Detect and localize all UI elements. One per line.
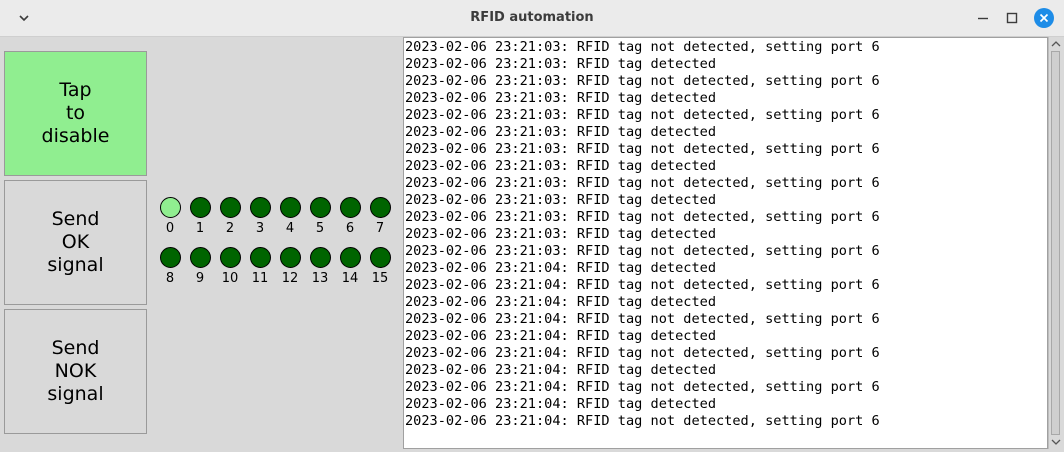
port-label-3: 3 (255, 221, 265, 236)
log-line: 2023-02-06 23:21:03: RFID tag not detect… (405, 141, 880, 157)
title-bar[interactable]: RFID automation (0, 0, 1064, 37)
log-line: 2023-02-06 23:21:03: RFID tag not detect… (405, 209, 880, 225)
port-led-9 (190, 247, 211, 268)
port-led-8 (160, 247, 181, 268)
log-line: 2023-02-06 23:21:03: RFID tag detected (405, 124, 716, 140)
arrow-up-icon[interactable] (1051, 39, 1061, 49)
log-line: 2023-02-06 23:21:04: RFID tag detected (405, 396, 716, 412)
send-nok-button[interactable]: Send NOK signal (4, 309, 147, 434)
port-led-2 (220, 197, 241, 218)
close-button[interactable] (1034, 8, 1054, 28)
log-line: 2023-02-06 23:21:04: RFID tag not detect… (405, 345, 880, 361)
log-line: 2023-02-06 23:21:03: RFID tag detected (405, 56, 716, 72)
port-led-15 (370, 247, 391, 268)
arrow-down-icon[interactable] (1051, 437, 1061, 447)
log-line: 2023-02-06 23:21:04: RFID tag not detect… (405, 277, 880, 293)
port-led-7 (370, 197, 391, 218)
port-led-6 (340, 197, 361, 218)
app-window: RFID automation Tap to disable Send OK s… (0, 0, 1064, 452)
log-scrollbar[interactable] (1048, 37, 1062, 449)
port-led-11 (250, 247, 271, 268)
port-led-10 (220, 247, 241, 268)
port-label-2: 2 (225, 221, 235, 236)
close-icon (1039, 13, 1049, 23)
port-label-9: 9 (195, 271, 205, 286)
log-line: 2023-02-06 23:21:03: RFID tag detected (405, 90, 716, 106)
port-label-13: 13 (311, 271, 329, 286)
log-line: 2023-02-06 23:21:03: RFID tag not detect… (405, 107, 880, 123)
log-line: 2023-02-06 23:21:04: RFID tag not detect… (405, 379, 880, 395)
port-led-12 (280, 247, 301, 268)
log-line: 2023-02-06 23:21:03: RFID tag detected (405, 158, 716, 174)
log-line: 2023-02-06 23:21:03: RFID tag not detect… (405, 73, 880, 89)
port-label-5: 5 (315, 221, 325, 236)
log-line: 2023-02-06 23:21:03: RFID tag not detect… (405, 39, 880, 55)
event-log[interactable]: 2023-02-06 23:21:03: RFID tag not detect… (403, 37, 1048, 449)
port-led-1 (190, 197, 211, 218)
port-label-11: 11 (251, 271, 269, 286)
port-label-14: 14 (341, 271, 359, 286)
log-line: 2023-02-06 23:21:04: RFID tag detected (405, 328, 716, 344)
log-line: 2023-02-06 23:21:04: RFID tag not detect… (405, 311, 880, 327)
port-led-3 (250, 197, 271, 218)
port-led-5 (310, 197, 331, 218)
log-line: 2023-02-06 23:21:03: RFID tag detected (405, 192, 716, 208)
port-label-8: 8 (165, 271, 175, 286)
send-ok-button[interactable]: Send OK signal (4, 180, 147, 305)
log-line: 2023-02-06 23:21:03: RFID tag not detect… (405, 175, 880, 191)
toggle-disable-button[interactable]: Tap to disable (4, 51, 147, 176)
port-label-12: 12 (281, 271, 299, 286)
port-led-14 (340, 247, 361, 268)
log-line: 2023-02-06 23:21:04: RFID tag detected (405, 260, 716, 276)
scroll-thumb[interactable] (1051, 51, 1060, 435)
log-line: 2023-02-06 23:21:03: RFID tag detected (405, 226, 716, 242)
log-line: 2023-02-06 23:21:04: RFID tag detected (405, 294, 716, 310)
window-title: RFID automation (470, 10, 594, 25)
port-led-4 (280, 197, 301, 218)
port-label-7: 7 (375, 221, 385, 236)
port-label-6: 6 (345, 221, 355, 236)
log-line: 2023-02-06 23:21:04: RFID tag detected (405, 362, 716, 378)
maximize-icon[interactable] (1003, 9, 1021, 27)
log-line: 2023-02-06 23:21:03: RFID tag not detect… (405, 243, 880, 259)
port-label-4: 4 (285, 221, 295, 236)
port-led-0 (160, 197, 181, 218)
port-label-0: 0 (165, 221, 175, 236)
port-label-10: 10 (221, 271, 239, 286)
port-led-13 (310, 247, 331, 268)
port-label-15: 15 (371, 271, 389, 286)
port-label-1: 1 (195, 221, 205, 236)
log-line: 2023-02-06 23:21:04: RFID tag not detect… (405, 413, 880, 429)
minimize-icon[interactable] (974, 9, 992, 27)
